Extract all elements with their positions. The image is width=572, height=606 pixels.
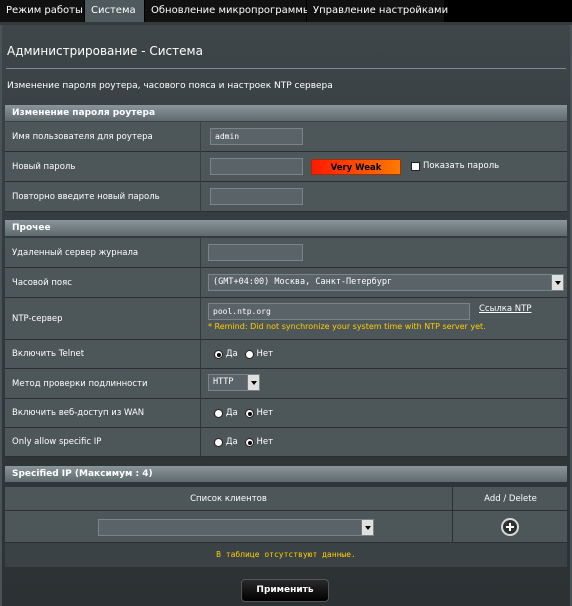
telnet-yes-radio[interactable] — [214, 349, 223, 359]
username-row: Имя пользователя для роутера admin — [5, 122, 567, 152]
new-password-row: Новый пароль Very Weak Показать пароль — [5, 152, 567, 182]
auth-method-row: Метод проверки подлинности HTTP — [5, 369, 567, 399]
new-password-label: Новый пароль — [5, 152, 200, 182]
tab-bar: Режим работы Система Обновление микропро… — [0, 0, 572, 23]
telnet-no-radio[interactable] — [244, 349, 254, 359]
wan-yes-radio[interactable] — [214, 408, 223, 418]
specific-ip-yes-label: Да — [225, 437, 238, 447]
specified-ip-header: Specified IP (Максимум : 4) — [5, 466, 567, 482]
timezone-select[interactable]: (GMT+04:00) Москва, Санкт-Петербург — [208, 274, 564, 291]
password-strength-meter: Very Weak — [311, 159, 401, 175]
specific-ip-row: Only allow specific IP Да Нет — [5, 428, 567, 457]
chevron-down-icon — [551, 275, 563, 290]
clients-column-header: Список клиентов — [5, 487, 453, 511]
specific-ip-label: Only allow specific IP — [5, 428, 200, 457]
title-divider — [6, 68, 566, 69]
timezone-row: Часовой пояс (GMT+04:00) Москва, Санкт-П… — [5, 268, 567, 298]
ntp-link[interactable]: Ссылка NTP — [479, 304, 531, 314]
syslog-server-input[interactable] — [208, 244, 303, 261]
username-label: Имя пользователя для роутера — [5, 122, 200, 152]
chevron-down-icon — [247, 375, 259, 390]
ntp-label: NTP-сервер — [5, 298, 200, 340]
telnet-yes-label: Да — [225, 349, 238, 359]
confirm-password-input[interactable] — [210, 188, 303, 205]
syslog-row: Удаленный сервер журнала — [5, 238, 567, 268]
add-icon[interactable] — [501, 518, 519, 536]
wan-access-row: Включить веб-доступ из WAN Да Нет — [5, 399, 567, 428]
misc-section-header: Прочее — [5, 220, 567, 236]
specified-ip-input-row — [5, 511, 567, 543]
tab-system[interactable]: Система — [85, 0, 145, 23]
telnet-label: Включить Telnet — [5, 340, 200, 369]
specific-ip-no-label: Нет — [256, 437, 274, 447]
tab-settings-management[interactable]: Управление настройками — [307, 0, 448, 23]
ntp-server-input[interactable]: pool.ntp.org — [208, 303, 470, 320]
ntp-row: NTP-сервер pool.ntp.org Ссылка NTP * Rem… — [5, 298, 567, 340]
wan-no-radio[interactable] — [244, 408, 254, 418]
page-title: Администрирование - Система — [7, 44, 203, 58]
specific-ip-no-radio[interactable] — [244, 437, 254, 447]
specified-ip-table-header: Список клиентов Add / Delete — [5, 487, 567, 511]
add-delete-column-header: Add / Delete — [484, 494, 537, 504]
timezone-value: (GMT+04:00) Москва, Санкт-Петербург — [213, 277, 393, 287]
ntp-remind-text: * Remind: Did not synchronize your syste… — [208, 322, 486, 331]
wan-no-label: Нет — [256, 408, 274, 418]
auth-method-label: Метод проверки подлинности — [5, 369, 200, 399]
auth-method-select[interactable]: HTTP — [208, 374, 260, 391]
confirm-password-row: Повторно введите новый пароль — [5, 182, 567, 212]
timezone-label: Часовой пояс — [5, 268, 200, 298]
apply-button[interactable]: Применить — [241, 579, 329, 602]
username-input[interactable]: admin — [210, 128, 303, 145]
specific-ip-yes-radio[interactable] — [214, 437, 223, 447]
empty-table-message: В таблице отсутствуют данные. — [5, 543, 567, 567]
client-ip-select[interactable] — [98, 519, 374, 536]
confirm-password-label: Повторно введите новый пароль — [5, 182, 200, 212]
page-description: Изменение пароля роутера, часового пояса… — [7, 81, 333, 91]
chevron-down-icon — [361, 520, 373, 535]
telnet-no-label: Нет — [256, 349, 274, 359]
show-password-label: Показать пароль — [423, 161, 500, 171]
wan-yes-label: Да — [225, 408, 238, 418]
wan-access-label: Включить веб-доступ из WAN — [5, 399, 200, 428]
show-password-checkbox[interactable] — [411, 162, 420, 171]
password-section-header: Изменение пароля роутера — [5, 105, 567, 121]
tab-operation-mode[interactable]: Режим работы — [0, 0, 85, 23]
syslog-label: Удаленный сервер журнала — [5, 238, 200, 268]
new-password-input[interactable] — [210, 158, 303, 175]
tab-firmware-upgrade[interactable]: Обновление микропрограммы — [145, 0, 311, 23]
auth-method-value: HTTP — [213, 377, 234, 387]
telnet-row: Включить Telnet Да Нет — [5, 340, 567, 369]
